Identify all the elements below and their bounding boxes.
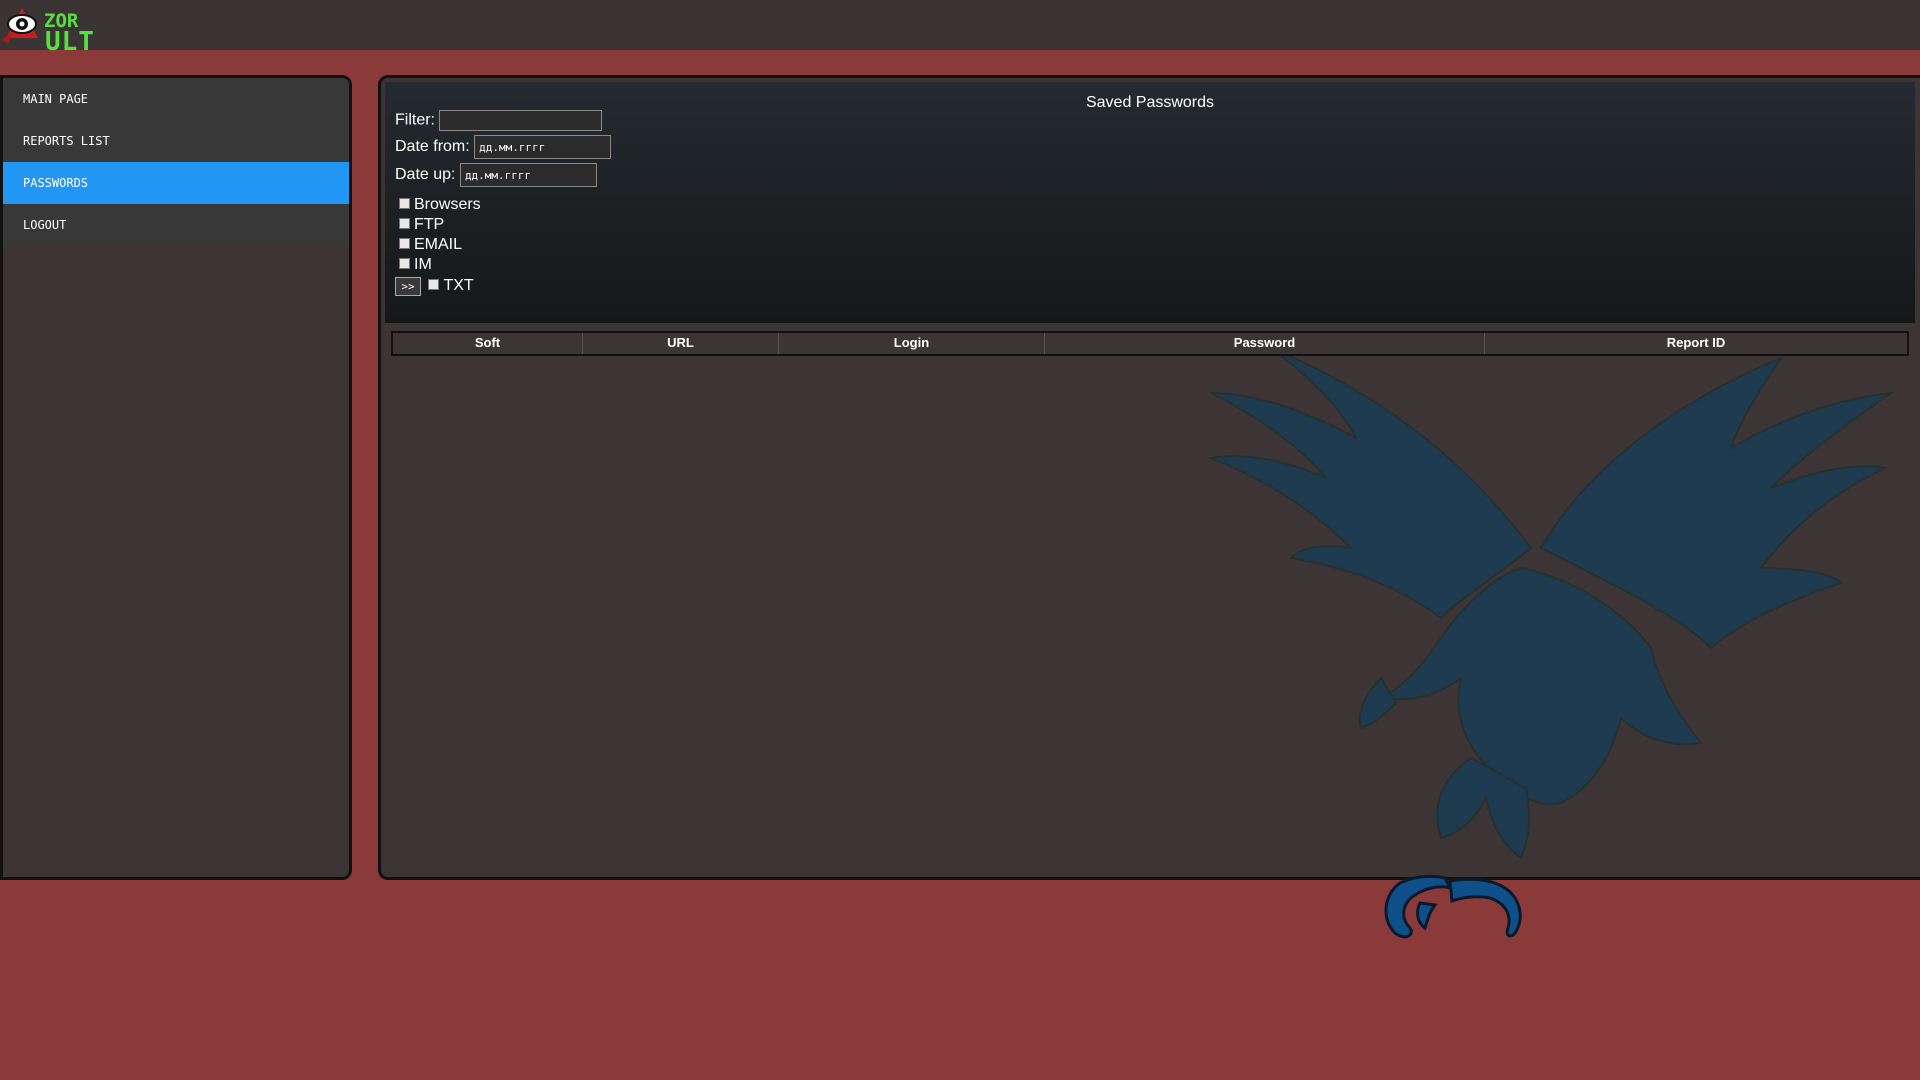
eagle-claws-icon <box>1384 874 1522 939</box>
checkbox-txt[interactable] <box>428 279 440 290</box>
filter-label: Filter: <box>395 111 435 129</box>
logo-eye-icon <box>2 8 38 44</box>
checkbox-email-label: EMAIL <box>414 236 463 253</box>
eagle-watermark-icon <box>1207 347 1895 860</box>
checkbox-im-row: IM <box>399 256 432 274</box>
checkbox-browsers-row: Browsers <box>399 196 481 214</box>
date-from-label: Date from: <box>395 138 470 156</box>
date-up-input[interactable]: дд.мм.гггг <box>459 163 597 187</box>
filter-panel: Saved Passwords Filter: Date from: дд.мм… <box>385 82 1915 323</box>
top-bar: ZOR ULT <box>0 0 1920 55</box>
checkbox-ftp[interactable] <box>399 218 410 229</box>
column-header-url[interactable]: URL <box>583 333 779 354</box>
checkbox-im[interactable] <box>399 258 410 269</box>
sidebar-item-main-page[interactable]: MAIN PAGE <box>3 78 349 120</box>
passwords-table-header: Soft URL Login Password Report ID <box>391 331 1909 356</box>
date-from-input[interactable]: дд.мм.гггг <box>474 135 612 159</box>
date-from-row: Date from: дд.мм.гггг <box>395 135 612 159</box>
logo-word-bottom: ULT <box>45 27 95 57</box>
date-up-label: Date up: <box>395 166 456 184</box>
checkbox-ftp-row: FTP <box>399 216 444 234</box>
checkbox-txt-row: >> TXT <box>395 277 474 296</box>
column-header-password[interactable]: Password <box>1045 333 1485 354</box>
checkbox-ftp-label: FTP <box>414 216 445 233</box>
sidebar-item-passwords[interactable]: PASSWORDS <box>3 162 349 204</box>
sidebar-item-logout[interactable]: LOGOUT <box>3 204 349 246</box>
apply-filter-button[interactable]: >> <box>395 277 421 296</box>
date-up-row: Date up: дд.мм.гггг <box>395 163 597 187</box>
checkbox-txt-label: TXT <box>443 277 474 294</box>
sidebar: MAIN PAGE REPORTS LIST PASSWORDS LOGOUT <box>0 75 352 880</box>
sidebar-item-reports-list[interactable]: REPORTS LIST <box>3 120 349 162</box>
filter-row: Filter: <box>395 110 603 131</box>
column-header-soft[interactable]: Soft <box>393 333 583 354</box>
column-header-login[interactable]: Login <box>779 333 1045 354</box>
panel-title: Saved Passwords <box>1085 94 1215 111</box>
checkbox-email[interactable] <box>399 238 410 249</box>
checkbox-browsers-label: Browsers <box>414 196 481 213</box>
logo[interactable]: ZOR ULT <box>2 6 102 55</box>
checkbox-browsers[interactable] <box>399 198 410 209</box>
main-panel: Saved Passwords Filter: Date from: дд.мм… <box>378 75 1920 880</box>
column-header-report-id[interactable]: Report ID <box>1485 333 1907 354</box>
checkbox-email-row: EMAIL <box>399 236 462 254</box>
checkbox-im-label: IM <box>414 256 432 273</box>
filter-input[interactable] <box>439 110 603 131</box>
